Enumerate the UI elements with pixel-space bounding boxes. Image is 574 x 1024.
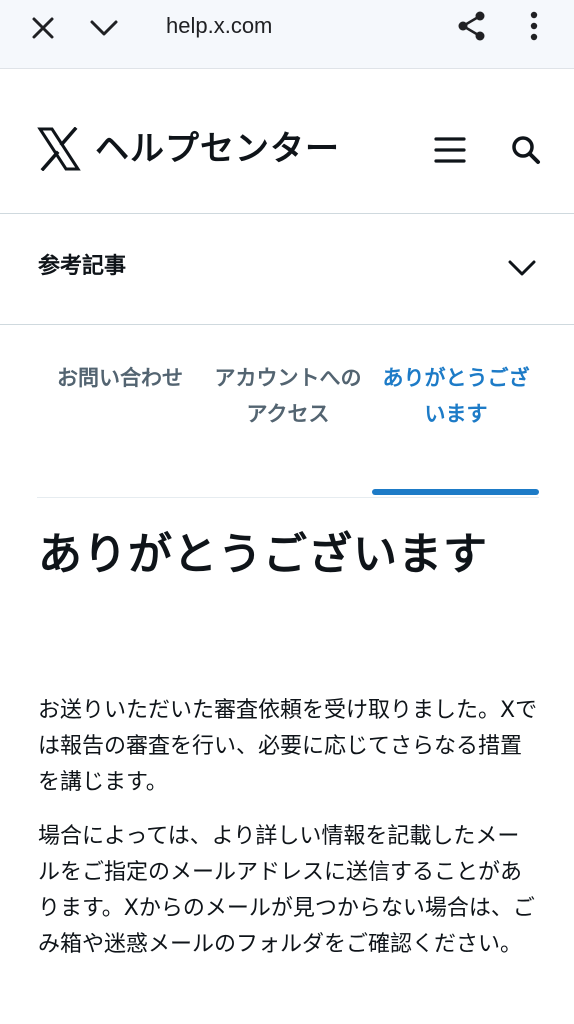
email-info-paragraph: 場合によっては、より詳しい情報を記載したメールをご指定のメールアドレスに送信する… [38, 824, 535, 957]
search-icon[interactable] [508, 132, 544, 168]
page-title: ありがとうございます [38, 529, 488, 580]
share-icon[interactable] [454, 8, 490, 44]
progress-steps: お問い合わせ アカウントへのアクセス ありがとうございます [37, 326, 539, 498]
related-articles-label: 参考記事 [38, 254, 127, 279]
step-thank-you[interactable]: ありがとうございます [381, 360, 531, 432]
site-title[interactable]: ヘルプセンター [95, 125, 340, 173]
related-articles-accordion[interactable]: 参考記事 [0, 215, 574, 325]
more-vertical-icon[interactable] [516, 8, 552, 44]
step-contact[interactable]: お問い合わせ [45, 360, 195, 396]
hamburger-menu-icon[interactable] [430, 134, 470, 166]
site-header: ヘルプセンター [0, 70, 574, 214]
close-icon[interactable] [25, 10, 61, 46]
url-text[interactable]: help.x.com [166, 10, 272, 42]
step-account-access[interactable]: アカウントへのアクセス [213, 360, 363, 432]
browser-toolbar: help.x.com [0, 0, 574, 69]
chevron-down-icon[interactable] [86, 10, 122, 46]
x-logo-icon[interactable] [37, 126, 81, 172]
active-step-indicator [372, 489, 539, 495]
confirmation-paragraph: お送りいただいた審査依頼を受け取りました。Xでは報告の審査を行い、必要に応じてさ… [38, 698, 538, 795]
chevron-down-icon[interactable] [505, 251, 539, 285]
